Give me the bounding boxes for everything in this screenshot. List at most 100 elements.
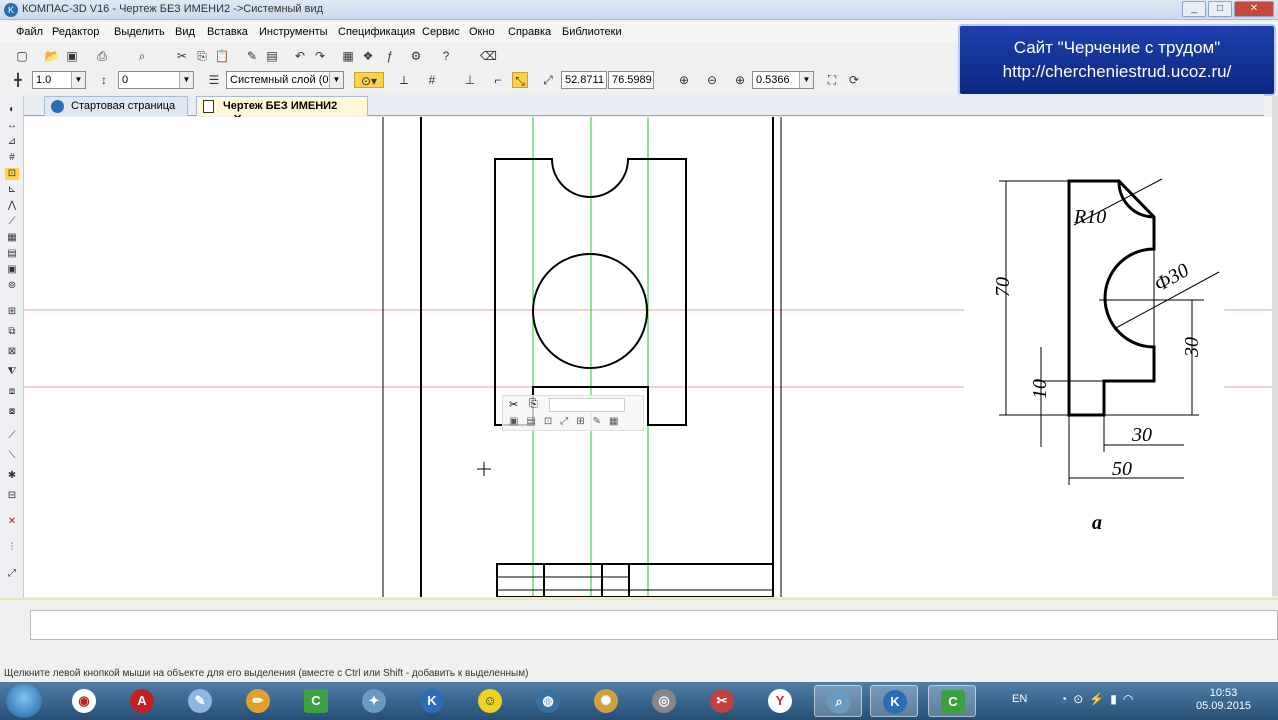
chevron-down-icon[interactable]: ▼ bbox=[71, 72, 85, 88]
save-icon[interactable]: ▣ bbox=[64, 48, 80, 64]
menu-tools[interactable]: Инструменты bbox=[259, 26, 328, 38]
library-icon[interactable]: ⚙ bbox=[408, 48, 424, 64]
zoom-frame-icon[interactable]: ⊖ bbox=[704, 72, 720, 88]
tray-icons[interactable]: ◔⊙⚡▮◠ bbox=[1060, 692, 1139, 706]
layer-icon[interactable]: ☰ bbox=[206, 72, 222, 88]
tab-start-page[interactable]: Стартовая страница bbox=[44, 96, 188, 116]
paste-icon[interactable]: ⎘ bbox=[529, 398, 538, 411]
round-icon[interactable]: ⌐ bbox=[490, 72, 506, 88]
menu-service[interactable]: Сервис bbox=[422, 26, 460, 38]
vertical-scrollbar[interactable] bbox=[1272, 96, 1278, 596]
layer-combo[interactable]: Системный слой (0) ▼ bbox=[226, 71, 344, 89]
break-icon[interactable]: ⟍ bbox=[5, 450, 19, 462]
delete-icon[interactable]: ✕ bbox=[5, 516, 19, 528]
chevron-down-icon[interactable]: ▼ bbox=[799, 72, 813, 88]
open-folder-icon[interactable]: 📂 bbox=[44, 48, 60, 64]
taskbar-app-kompas-active[interactable]: K bbox=[870, 685, 918, 717]
copy-icon[interactable]: ⎘ bbox=[194, 48, 210, 64]
param-icon[interactable]: ⊡ bbox=[5, 168, 19, 180]
cut-icon[interactable]: ✂ bbox=[509, 398, 518, 411]
taskbar-app-paint[interactable]: ✎ bbox=[176, 685, 224, 717]
taskbar-app-c-active[interactable]: C bbox=[928, 685, 976, 717]
report-icon[interactable]: ▤ bbox=[5, 248, 19, 260]
coord-x-field[interactable]: 52.8711 bbox=[561, 71, 607, 89]
step-combo[interactable]: 0 ▼ bbox=[118, 71, 194, 89]
close-button[interactable]: ✕ bbox=[1234, 1, 1274, 17]
help-icon[interactable]: ? bbox=[438, 48, 454, 64]
dims-icon[interactable]: ⤢ bbox=[5, 568, 19, 580]
taskbar-app-yandex[interactable]: Y bbox=[756, 685, 804, 717]
rotate-icon[interactable]: ⧉ bbox=[5, 326, 19, 338]
mini-combo[interactable] bbox=[549, 398, 625, 412]
copy-array-icon[interactable]: ⧈ bbox=[5, 386, 19, 398]
mini-tools-icons[interactable]: ▣▤⊡⤢⊞✎▦ bbox=[509, 416, 626, 427]
taskbar-app-camera[interactable]: ◎ bbox=[640, 685, 688, 717]
taskbar-app-kompas[interactable]: K bbox=[408, 685, 456, 717]
explode-icon[interactable]: ✱ bbox=[5, 470, 19, 482]
line-style-icon[interactable]: ╋ bbox=[10, 72, 26, 88]
variables-icon[interactable]: ƒ bbox=[382, 48, 398, 64]
edit-icon[interactable]: # bbox=[5, 152, 19, 164]
taskbar-app-c[interactable]: C bbox=[292, 685, 340, 717]
new-document-icon[interactable]: ▢ bbox=[14, 48, 30, 64]
redo-icon[interactable]: ↷ bbox=[312, 48, 328, 64]
taskbar-app-bird[interactable]: ✦ bbox=[350, 685, 398, 717]
start-button[interactable] bbox=[6, 684, 42, 718]
show-all-icon[interactable]: ⛶ bbox=[824, 72, 840, 88]
select-icon[interactable]: ⋀ bbox=[5, 200, 19, 212]
taskbar-app-pencil[interactable]: ✏ bbox=[234, 685, 282, 717]
paste-icon[interactable]: 📋 bbox=[214, 48, 230, 64]
snap-magnet-icon[interactable]: ⊙▾ bbox=[354, 72, 384, 88]
dimension-icon[interactable]: ↔ bbox=[5, 120, 19, 132]
taskbar-app-smiley[interactable]: ☺ bbox=[466, 685, 514, 717]
tab-drawing[interactable]: Чертеж БЕЗ ИМЕНИ2 ✕ bbox=[196, 96, 368, 125]
menu-window[interactable]: Окно bbox=[469, 26, 495, 38]
language-indicator[interactable]: EN bbox=[1012, 693, 1027, 705]
trim-icon[interactable]: ⟋ bbox=[5, 430, 19, 442]
line-scale-combo[interactable]: 1.0 ▼ bbox=[32, 71, 86, 89]
menu-insert[interactable]: Вставка bbox=[207, 26, 248, 38]
deform-icon[interactable]: ⧇ bbox=[5, 406, 19, 418]
menu-editor[interactable]: Редактор bbox=[52, 26, 99, 38]
taskbar-app-search[interactable]: ⌕ bbox=[814, 685, 862, 717]
taskbar-app-tools[interactable]: ✂ bbox=[698, 685, 746, 717]
zoom-combo[interactable]: 0.5366 ▼ bbox=[752, 71, 814, 89]
zoom-in-icon[interactable]: ⊕ bbox=[732, 72, 748, 88]
drawing-canvas[interactable]: 70 R10 Ф30 30 10 30 50 а ✂ ⎘ ▣▤⊡⤢⊞✎▦ bbox=[24, 117, 1272, 597]
grid-icon[interactable]: # bbox=[424, 72, 440, 88]
undo-icon[interactable]: ↶ bbox=[292, 48, 308, 64]
fragment-icon[interactable]: ⊚ bbox=[5, 280, 19, 292]
designation-icon[interactable]: ⊿ bbox=[5, 136, 19, 148]
measure-icon[interactable]: ⊾ bbox=[5, 184, 19, 196]
eraser-icon[interactable]: ⌫ bbox=[480, 48, 497, 64]
taskbar-app-acrobat[interactable]: A bbox=[118, 685, 166, 717]
insert-icon[interactable]: ▣ bbox=[5, 264, 19, 276]
menu-view[interactable]: Вид bbox=[175, 26, 195, 38]
print-icon[interactable]: ⎙ bbox=[94, 48, 110, 64]
step-icon[interactable]: ↕ bbox=[96, 72, 112, 88]
chevron-down-icon[interactable]: ▼ bbox=[179, 72, 193, 88]
align-icon[interactable]: ⫶ bbox=[5, 542, 19, 554]
clock[interactable]: 10:53 05.09.2015 bbox=[1196, 687, 1251, 713]
menu-help[interactable]: Справка bbox=[508, 26, 551, 38]
preview-icon[interactable]: ⌕ bbox=[134, 48, 150, 64]
ortho-mode-icon[interactable]: ⤡ bbox=[512, 72, 528, 88]
assoc-icon[interactable]: ⟋ bbox=[5, 216, 19, 228]
manager-icon[interactable]: ▦ bbox=[340, 48, 356, 64]
format-brush-icon[interactable]: ✎ bbox=[244, 48, 260, 64]
chevron-down-icon[interactable]: ▼ bbox=[329, 72, 343, 88]
refresh-icon[interactable]: ⟳ bbox=[846, 72, 862, 88]
local-cs-icon[interactable]: ⊥ bbox=[462, 72, 478, 88]
command-field[interactable] bbox=[30, 610, 1278, 640]
scale-icon[interactable]: ⊠ bbox=[5, 346, 19, 358]
menu-select[interactable]: Выделить bbox=[114, 26, 165, 38]
tree-icon[interactable]: ❖ bbox=[360, 48, 376, 64]
macro-icon[interactable]: ⊟ bbox=[5, 490, 19, 502]
zoom-window-icon[interactable]: ⊕ bbox=[676, 72, 692, 88]
menu-specification[interactable]: Спецификация bbox=[338, 26, 415, 38]
geometry-icon[interactable]: ◐ bbox=[5, 104, 19, 116]
spec-icon[interactable]: ▦ bbox=[5, 232, 19, 244]
menu-file[interactable]: Файл bbox=[16, 26, 43, 38]
ortho-icon[interactable]: ⟂ bbox=[396, 72, 412, 88]
view-icon[interactable]: ⊞ bbox=[5, 306, 19, 318]
